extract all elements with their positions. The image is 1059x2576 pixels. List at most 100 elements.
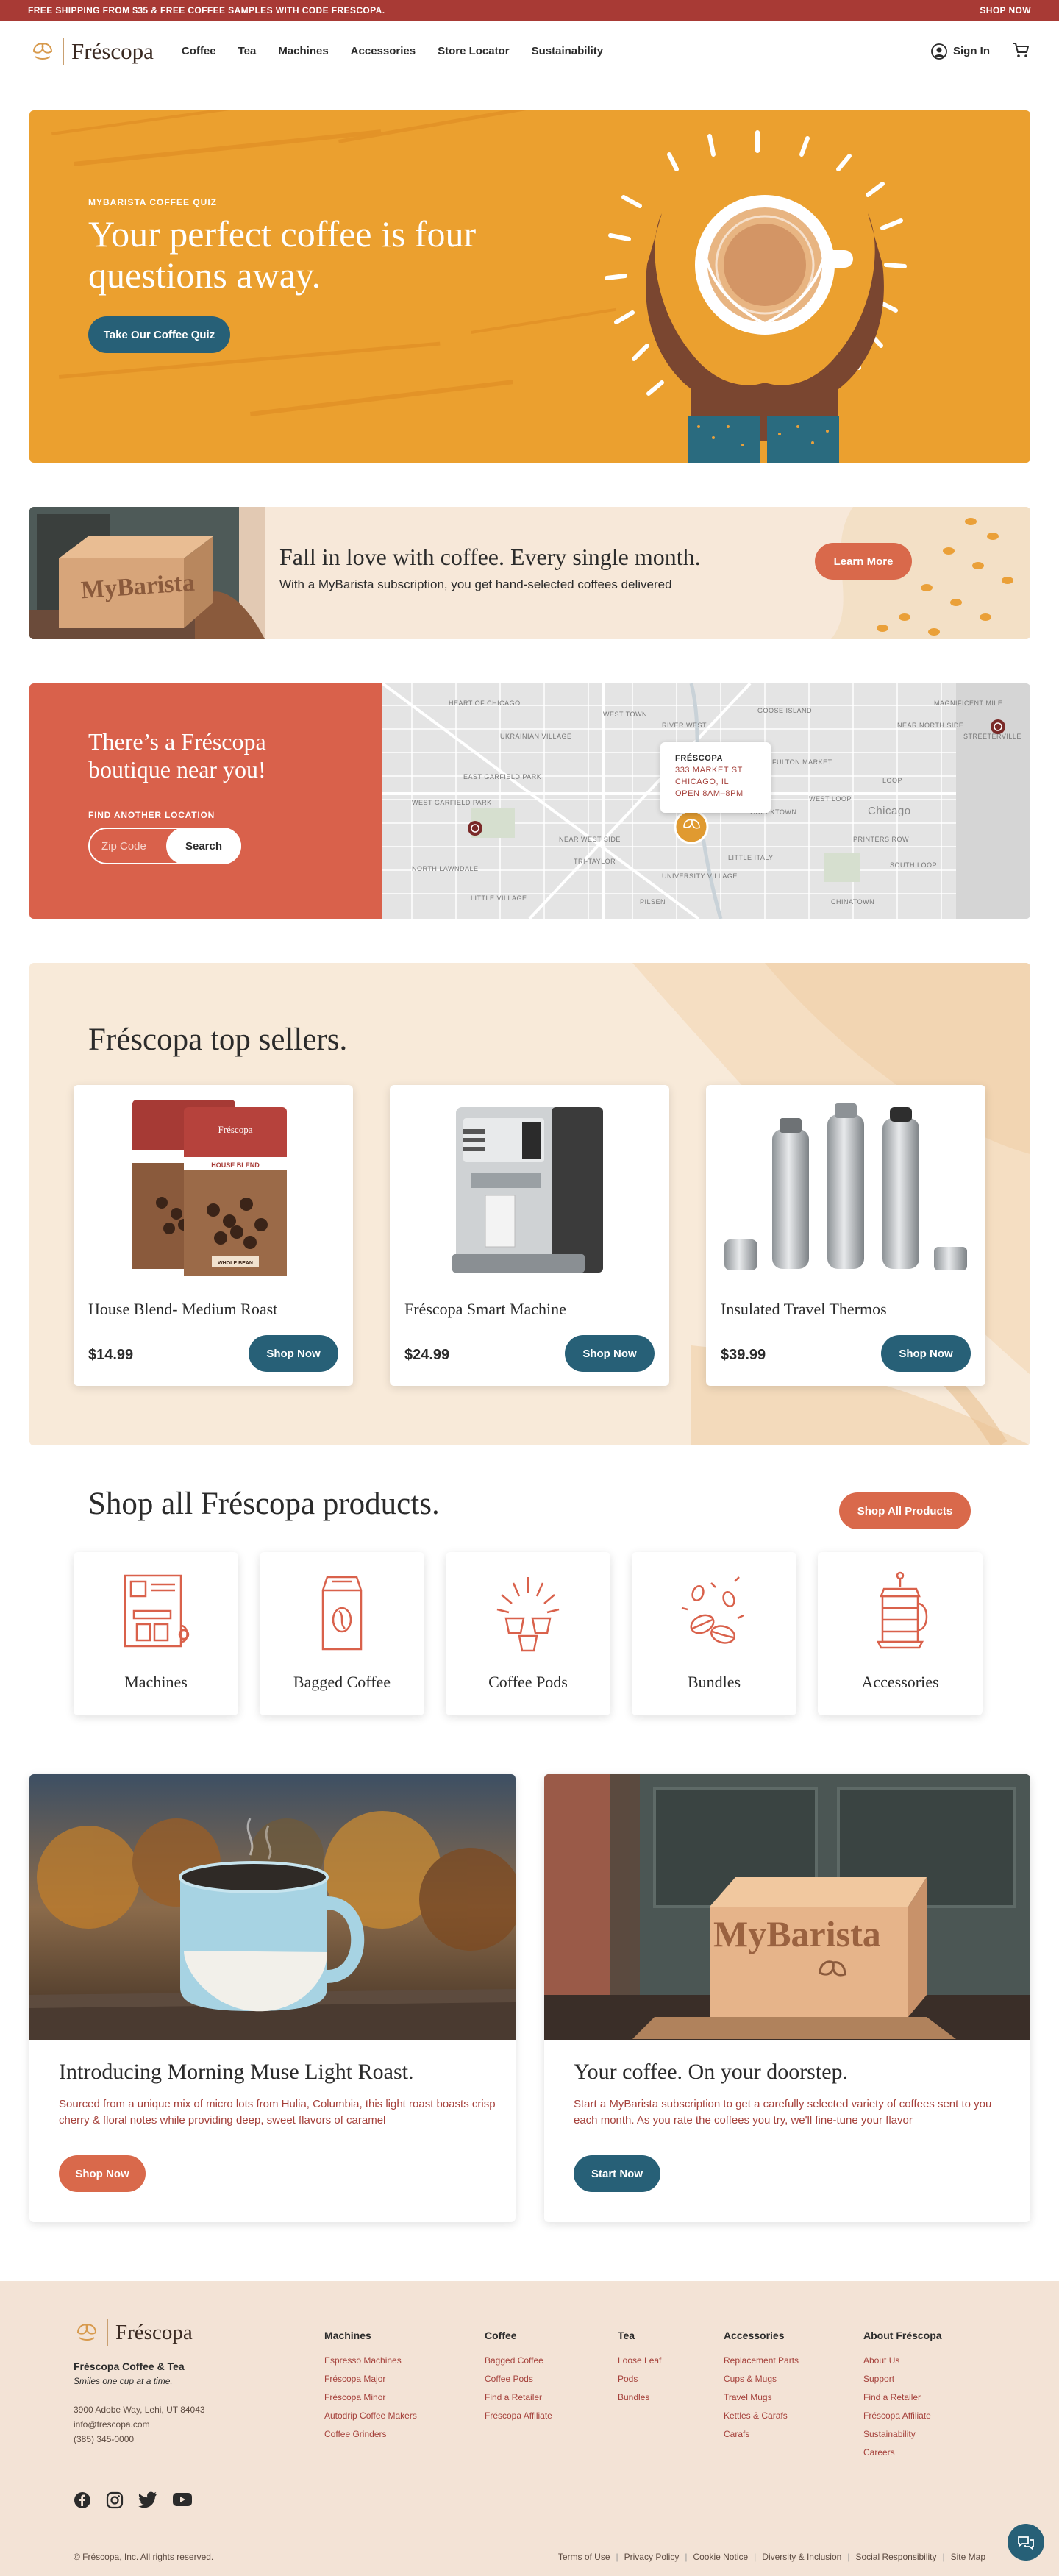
product-price: $24.99 bbox=[404, 1347, 450, 1363]
shop-now-button[interactable]: Shop Now bbox=[881, 1335, 971, 1372]
map-city-label: Chicago bbox=[868, 805, 911, 817]
footer-link[interactable]: Cups & Mugs bbox=[724, 2370, 799, 2388]
category-card-machines[interactable]: Machines bbox=[74, 1552, 238, 1715]
store-address-line2: CHICAGO, IL bbox=[675, 778, 730, 786]
footer-link[interactable]: Careers bbox=[863, 2444, 942, 2462]
footer-address: 3900 Adobe Way, Lehi, UT 84043 bbox=[74, 2405, 205, 2415]
cart-button[interactable] bbox=[1012, 42, 1030, 61]
bag-sub-label: WHOLE BEAN bbox=[218, 1261, 253, 1266]
footer-email-link[interactable]: info@frescopa.com bbox=[74, 2417, 205, 2432]
footer-column-about: About Fréscopa About Us Support Find a R… bbox=[863, 2330, 942, 2462]
shop-all-title: Shop all Fréscopa products. bbox=[88, 1487, 440, 1521]
site-footer: Fréscopa Fréscopa Coffee & Tea Smiles on… bbox=[0, 2281, 1059, 2576]
youtube-icon[interactable] bbox=[172, 2491, 193, 2513]
footer-link[interactable]: Replacement Parts bbox=[724, 2352, 799, 2370]
product-image-thermos bbox=[724, 1103, 967, 1270]
product-name[interactable]: Fréscopa Smart Machine bbox=[404, 1300, 566, 1319]
footer-column-heading: Accessories bbox=[724, 2330, 785, 2341]
footer-link[interactable]: Support bbox=[863, 2370, 942, 2388]
legal-link[interactable]: Site Map bbox=[951, 2552, 985, 2562]
footer-column-heading: Machines bbox=[324, 2330, 371, 2341]
category-card-coffee-pods[interactable]: Coffee Pods bbox=[446, 1552, 610, 1715]
legal-link[interactable]: Terms of Use bbox=[558, 2552, 610, 2562]
selected-store-marker-icon[interactable] bbox=[674, 809, 709, 844]
map-marker-icon[interactable] bbox=[468, 821, 482, 836]
category-card-bundles[interactable]: Bundles bbox=[632, 1552, 796, 1715]
shop-now-button[interactable]: Shop Now bbox=[59, 2155, 146, 2192]
shop-now-button[interactable]: Shop Now bbox=[249, 1335, 338, 1372]
chat-button[interactable] bbox=[1008, 2524, 1044, 2561]
legal-link[interactable]: Social Responsibility bbox=[855, 2552, 936, 2562]
store-locator: There’s a Fréscopa boutique near you! FI… bbox=[29, 683, 1030, 919]
product-card[interactable]: HOUSE BLEND Fréscopa WHOLE BEAN House Bl… bbox=[74, 1085, 353, 1386]
footer-link[interactable]: Find a Retailer bbox=[863, 2388, 942, 2407]
map-label: UNIVERSITY VILLAGE bbox=[662, 872, 738, 880]
map-label: GOOSE ISLAND bbox=[757, 707, 812, 714]
footer-column-accessories: Accessories Replacement Parts Cups & Mug… bbox=[724, 2330, 799, 2444]
footer-link[interactable]: Coffee Grinders bbox=[324, 2425, 417, 2444]
instagram-icon[interactable] bbox=[106, 2491, 124, 2513]
footer-brand-logo[interactable]: Fréscopa bbox=[74, 2319, 193, 2346]
footer-link[interactable]: Fréscopa Affiliate bbox=[485, 2407, 552, 2425]
product-card[interactable]: Fréscopa Smart Machine $24.99 Shop Now bbox=[390, 1085, 669, 1386]
nav-accessories[interactable]: Accessories bbox=[351, 45, 416, 57]
footer-link[interactable]: Bagged Coffee bbox=[485, 2352, 552, 2370]
product-name[interactable]: House Blend- Medium Roast bbox=[88, 1300, 277, 1319]
promo-shop-now-link[interactable]: SHOP NOW bbox=[980, 5, 1031, 15]
product-price: $39.99 bbox=[721, 1347, 766, 1363]
coffee-bag-icon bbox=[321, 1576, 363, 1651]
nav-store-locator[interactable]: Store Locator bbox=[438, 45, 510, 57]
footer-link[interactable]: Kettles & Carafs bbox=[724, 2407, 799, 2425]
start-now-button[interactable]: Start Now bbox=[574, 2155, 660, 2192]
shop-now-button[interactable]: Shop Now bbox=[565, 1335, 655, 1372]
category-card-accessories[interactable]: Accessories bbox=[818, 1552, 983, 1715]
site-header: Fréscopa Coffee Tea Machines Accessories… bbox=[0, 21, 1059, 82]
footer-link[interactable]: Espresso Machines bbox=[324, 2352, 417, 2370]
footer-link[interactable]: Loose Leaf bbox=[618, 2352, 661, 2370]
map-marker-icon[interactable] bbox=[991, 719, 1005, 734]
learn-more-button[interactable]: Learn More bbox=[815, 543, 912, 580]
nav-tea[interactable]: Tea bbox=[238, 45, 257, 57]
sign-in-link[interactable]: Sign In bbox=[931, 43, 990, 60]
legal-link[interactable]: Diversity & Inclusion bbox=[762, 2552, 841, 2562]
zip-code-input[interactable] bbox=[101, 839, 175, 853]
brand-logo[interactable]: Fréscopa bbox=[29, 38, 154, 65]
map-label: UKRAINIAN VILLAGE bbox=[500, 733, 572, 740]
product-name[interactable]: Insulated Travel Thermos bbox=[721, 1300, 887, 1319]
footer-contact: 3900 Adobe Way, Lehi, UT 84043 info@fres… bbox=[74, 2402, 205, 2447]
twitter-icon[interactable] bbox=[138, 2491, 157, 2513]
footer-link[interactable]: Autodrip Coffee Makers bbox=[324, 2407, 417, 2425]
product-card[interactable]: Insulated Travel Thermos $39.99 Shop Now bbox=[706, 1085, 985, 1386]
map-label: SOUTH LOOP bbox=[890, 861, 937, 869]
coffee-quiz-button[interactable]: Take Our Coffee Quiz bbox=[88, 316, 230, 353]
nav-sustainability[interactable]: Sustainability bbox=[532, 45, 604, 57]
brand-name: Fréscopa bbox=[71, 38, 154, 64]
footer-link[interactable]: Sustainability bbox=[863, 2425, 942, 2444]
legal-link[interactable]: Privacy Policy bbox=[624, 2552, 680, 2562]
footer-link[interactable]: Travel Mugs bbox=[724, 2388, 799, 2407]
nav-machines[interactable]: Machines bbox=[278, 45, 328, 57]
nav-coffee[interactable]: Coffee bbox=[182, 45, 216, 57]
footer-link[interactable]: Pods bbox=[618, 2370, 661, 2388]
promo-text: FREE SHIPPING FROM $35 & FREE COFFEE SAM… bbox=[28, 5, 385, 15]
shop-all-products-button[interactable]: Shop All Products bbox=[839, 1492, 971, 1529]
footer-link[interactable]: Carafs bbox=[724, 2425, 799, 2444]
facebook-icon[interactable] bbox=[74, 2491, 91, 2513]
feature-text: Start a MyBarista subscription to get a … bbox=[574, 2098, 992, 2127]
footer-link[interactable]: About Us bbox=[863, 2352, 942, 2370]
legal-link[interactable]: Cookie Notice bbox=[693, 2552, 748, 2562]
main-nav: Coffee Tea Machines Accessories Store Lo… bbox=[182, 45, 625, 57]
store-info-card: FRÉSCOPA 333 MARKET ST CHICAGO, IL OPEN … bbox=[660, 742, 771, 813]
footer-link[interactable]: Fréscopa Major bbox=[324, 2370, 417, 2388]
footer-link[interactable]: Coffee Pods bbox=[485, 2370, 552, 2388]
map-label: NORTH LAWNDALE bbox=[412, 865, 479, 872]
footer-link[interactable]: Bundles bbox=[618, 2388, 661, 2407]
product-image-smart-machine bbox=[452, 1107, 603, 1273]
footer-link[interactable]: Find a Retailer bbox=[485, 2388, 552, 2407]
footer-link[interactable]: Fréscopa Minor bbox=[324, 2388, 417, 2407]
search-button[interactable]: Search bbox=[166, 828, 241, 864]
category-card-bagged-coffee[interactable]: Bagged Coffee bbox=[260, 1552, 424, 1715]
footer-link[interactable]: Fréscopa Affiliate bbox=[863, 2407, 942, 2425]
user-circle-icon bbox=[931, 43, 947, 60]
footer-company-name: Fréscopa Coffee & Tea bbox=[74, 2360, 185, 2372]
